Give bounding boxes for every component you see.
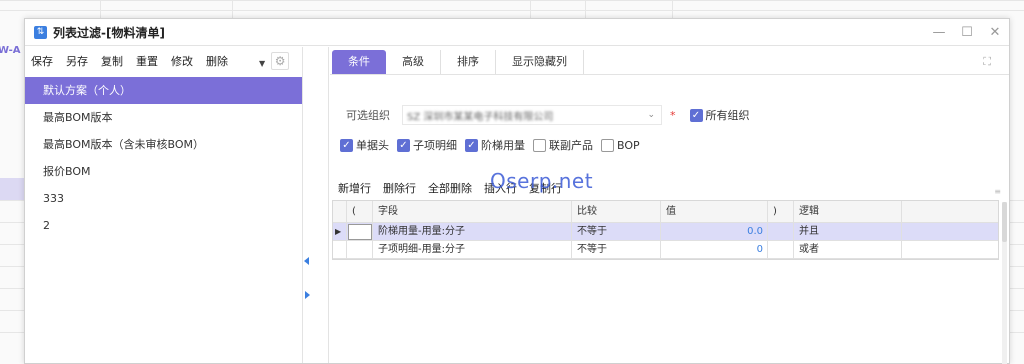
org-row: 可选组织 SZ 深圳市某某电子科技有限公司 ⌄ * ✓ 所有组织 [346, 105, 750, 125]
gear-icon[interactable]: ⚙ [271, 52, 290, 70]
header-field: 字段 [373, 201, 572, 222]
delete-all-button[interactable]: 全部删除 [428, 180, 472, 196]
header-logic: 逻辑 [794, 201, 902, 222]
check-coproducts[interactable]: 联副产品 [533, 137, 593, 153]
scheme-item-333[interactable]: 333 [25, 185, 302, 212]
tab-advanced[interactable]: 高级 [386, 50, 441, 74]
copy-button[interactable]: 复制 [101, 53, 123, 69]
scheme-toolbar: 保存 另存 复制 重置 修改 删除 ▼ ⚙ [25, 47, 302, 75]
grid-header-row: ( 字段 比较 值 ) 逻辑 [333, 201, 998, 223]
check-header-label: 单据头 [356, 139, 389, 152]
check-header[interactable]: ✓ 单据头 [340, 137, 389, 153]
title-bar: ⇅ 列表过滤-[物料清单] — ☐ ✕ [25, 19, 1009, 46]
background-label: W-A [0, 45, 21, 56]
scheme-item-quote-bom[interactable]: 报价BOM [25, 158, 302, 185]
scheme-item-highest-bom-unaudited[interactable]: 最高BOM版本（含未审核BOM） [25, 131, 302, 158]
add-row-button[interactable]: 新增行 [338, 180, 371, 196]
check-ladder-qty[interactable]: ✓ 阶梯用量 [465, 137, 525, 153]
row-value[interactable]: 0 [661, 241, 768, 258]
checkbox-icon[interactable]: ✓ [340, 138, 353, 152]
check-child-detail[interactable]: ✓ 子项明细 [397, 137, 457, 153]
scheme-item-2[interactable]: 2 [25, 212, 302, 239]
dialog-title: 列表过滤-[物料清单] [53, 25, 165, 40]
row-rparen[interactable] [768, 241, 794, 258]
tab-bar: 条件 高级 排序 显示隐藏列 [330, 47, 1009, 75]
row-field[interactable]: 阶梯用量-用量:分子 [373, 223, 572, 240]
table-row[interactable]: 子项明细-用量:分子 不等于 0 或者 [333, 241, 998, 259]
delete-button[interactable]: 删除 [206, 53, 228, 69]
row-compare[interactable]: 不等于 [572, 241, 661, 258]
checkbox-icon[interactable] [533, 138, 546, 152]
reset-button[interactable]: 重置 [136, 53, 158, 69]
lparen-input[interactable] [348, 224, 372, 240]
table-row[interactable]: ▶ 阶梯用量-用量:分子 不等于 0.0 并且 [333, 223, 998, 241]
condition-grid: ( 字段 比较 值 ) 逻辑 ▶ 阶梯用量-用量:分子 不等于 0.0 并且 子… [332, 200, 999, 260]
org-select[interactable]: SZ 深圳市某某电子科技有限公司 ⌄ [402, 105, 662, 125]
chevron-down-icon: ⌄ [647, 110, 655, 120]
save-button[interactable]: 保存 [31, 53, 53, 69]
header-compare: 比较 [572, 201, 661, 222]
tab-sort[interactable]: 排序 [441, 50, 496, 74]
fullscreen-icon[interactable]: ⛶ [983, 55, 991, 69]
scheme-item-highest-bom[interactable]: 最高BOM版本 [25, 104, 302, 131]
checkbox-icon[interactable]: ✓ [689, 108, 703, 122]
grid-scrollbar[interactable] [1002, 202, 1007, 364]
check-coproducts-label: 联副产品 [549, 139, 593, 152]
row-logic[interactable]: 并且 [794, 223, 902, 240]
checkbox-icon[interactable]: ✓ [465, 138, 478, 152]
minimize-button[interactable]: — [925, 25, 953, 40]
org-label: 可选组织 [346, 109, 390, 122]
row-value[interactable]: 0.0 [661, 223, 768, 240]
scheme-item-default[interactable]: 默认方案（个人） [25, 77, 302, 104]
entity-checkboxes: ✓ 单据头 ✓ 子项明细 ✓ 阶梯用量 联副产品 BOP [340, 137, 648, 153]
collapse-left-icon[interactable] [304, 257, 309, 265]
checkbox-icon[interactable]: ✓ [397, 138, 410, 152]
scheme-panel: 保存 另存 复制 重置 修改 删除 ▼ ⚙ 默认方案（个人） 最高BOM版本 最… [25, 47, 303, 363]
org-value: SZ 深圳市某某电子科技有限公司 [407, 111, 554, 123]
row-field[interactable]: 子项明细-用量:分子 [373, 241, 572, 258]
row-rparen[interactable] [768, 223, 794, 240]
all-orgs-label: 所有组织 [705, 109, 750, 122]
header-value: 值 [661, 201, 768, 222]
checkbox-icon[interactable] [601, 138, 614, 152]
header-rparen: ) [768, 201, 794, 222]
filter-dialog: ⇅ 列表过滤-[物料清单] — ☐ ✕ 保存 另存 复制 重置 修改 删除 ▼ … [24, 18, 1010, 364]
condition-panel: 条件 高级 排序 显示隐藏列 ⛶ 可选组织 SZ 深圳市某某电子科技有限公司 ⌄… [330, 47, 1009, 364]
header-lparen: ( [347, 201, 373, 222]
close-button[interactable]: ✕ [981, 25, 1009, 40]
save-as-button[interactable]: 另存 [66, 53, 88, 69]
all-orgs-checkbox[interactable]: ✓ 所有组织 [689, 107, 750, 123]
check-ladder-qty-label: 阶梯用量 [481, 139, 525, 152]
check-bop[interactable]: BOP [601, 138, 640, 152]
check-child-detail-label: 子项明细 [413, 139, 457, 152]
app-icon: ⇅ [34, 25, 47, 39]
tab-conditions[interactable]: 条件 [332, 50, 386, 74]
delete-row-button[interactable]: 删除行 [383, 180, 416, 196]
modify-button[interactable]: 修改 [171, 53, 193, 69]
panel-splitter[interactable] [303, 47, 329, 363]
row-compare[interactable]: 不等于 [572, 223, 661, 240]
row-logic[interactable]: 或者 [794, 241, 902, 258]
row-pointer-icon: ▶ [333, 223, 347, 240]
expand-right-icon[interactable] [305, 291, 310, 299]
maximize-button[interactable]: ☐ [953, 25, 981, 40]
watermark: Oserp.net [490, 169, 594, 193]
check-bop-label: BOP [617, 138, 640, 152]
row-lparen[interactable] [347, 241, 373, 258]
more-dropdown-icon[interactable]: ▼ [259, 59, 265, 68]
scheme-list: 默认方案（个人） 最高BOM版本 最高BOM版本（含未审核BOM） 报价BOM … [25, 77, 302, 239]
required-mark: * [670, 108, 676, 122]
grid-settings-icon[interactable]: ≡ [994, 187, 1001, 196]
tab-show-hide-columns[interactable]: 显示隐藏列 [496, 50, 584, 74]
